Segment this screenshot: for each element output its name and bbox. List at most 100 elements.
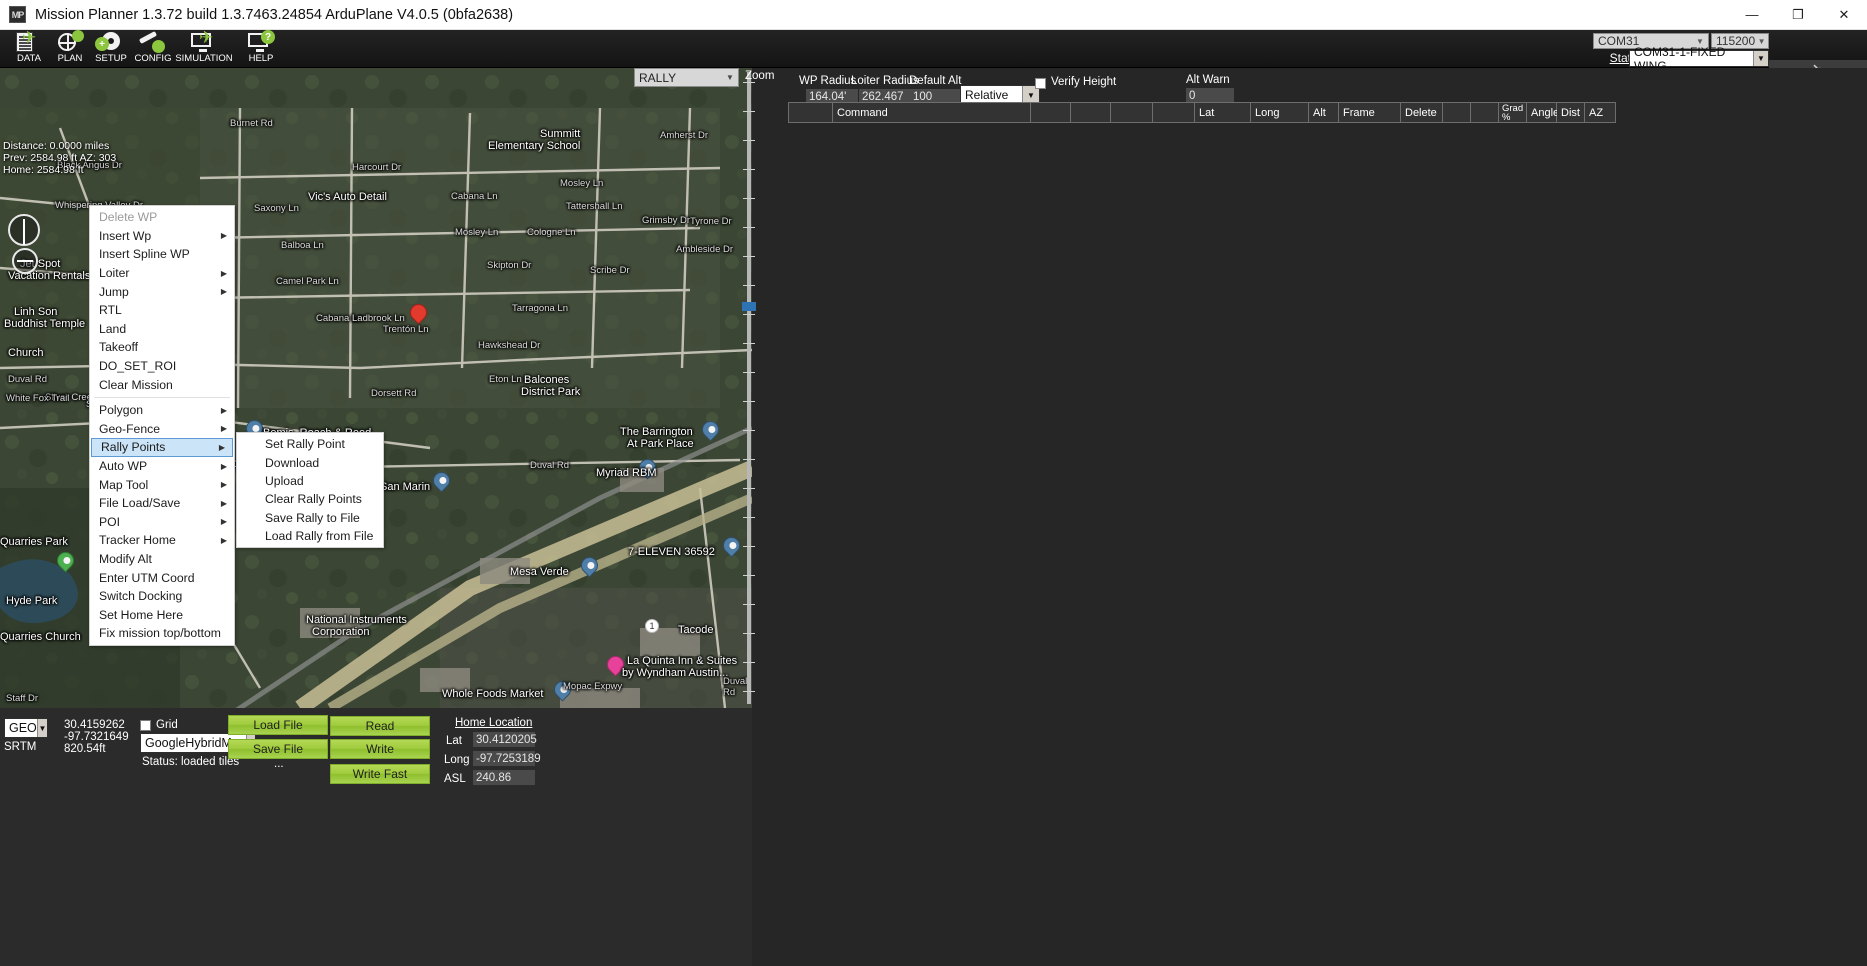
menu-item-insert-spline-wp[interactable]: Insert Spline WP [90, 245, 234, 264]
zoom-slider-tick [743, 430, 755, 431]
grid-column-label: Alt [1313, 107, 1326, 119]
grid-column-header[interactable]: Lat [1195, 103, 1251, 122]
device-select[interactable]: COM31-1-FIXED WING ▼ [1629, 50, 1769, 67]
grid-column-header[interactable]: Command [833, 103, 1031, 122]
alt-warn-field[interactable]: 0 [1186, 88, 1234, 103]
map-label: Grimsby Dr [642, 215, 690, 226]
home-lat-field[interactable]: 30.4120205 [473, 732, 535, 747]
toolbar-item-simulation[interactable]: ✈ SIMULATION [167, 30, 241, 68]
map-label: Tyrone Dr [690, 216, 732, 227]
submenu-item-clear-rally-points[interactable]: Clear Rally Points [237, 490, 383, 508]
menu-item-takeoff[interactable]: Takeoff [90, 338, 234, 357]
grid-column-header[interactable] [1071, 103, 1111, 122]
minimize-icon[interactable]: — [1729, 0, 1775, 30]
home-long-field[interactable]: -97.7253189 [473, 751, 535, 766]
cursor-long: -97.7321649 [64, 731, 129, 743]
grid-checkbox[interactable] [140, 720, 151, 731]
menu-item-map-tool[interactable]: Map Tool▶ [90, 475, 234, 494]
zoom-knob-icon[interactable] [12, 248, 38, 274]
menu-item-loiter[interactable]: Loiter▶ [90, 264, 234, 283]
menu-item-poi[interactable]: POI▶ [90, 513, 234, 532]
map-marker-pin[interactable] [702, 421, 719, 438]
zoom-slider-thumb[interactable] [742, 302, 756, 311]
grid-column-header[interactable] [789, 103, 833, 122]
map-marker-pin[interactable] [433, 472, 450, 489]
menu-item-auto-wp[interactable]: Auto WP▶ [90, 457, 234, 476]
verify-height-checkbox[interactable] [1035, 78, 1046, 89]
window-controls: — ❐ ✕ [1729, 0, 1867, 30]
read-button[interactable]: Read [330, 716, 430, 736]
zoom-slider-tick [743, 488, 755, 489]
menu-item-do-set-roi[interactable]: DO_SET_ROI [90, 357, 234, 376]
grid-column-header[interactable]: Frame [1339, 103, 1401, 122]
grid-column-header[interactable] [1153, 103, 1195, 122]
menu-item-jump[interactable]: Jump▶ [90, 282, 234, 301]
menu-item-label: Enter UTM Coord [99, 571, 195, 585]
grid-column-label: Lat [1199, 107, 1214, 119]
menu-item-tracker-home[interactable]: Tracker Home▶ [90, 531, 234, 550]
menu-item-label: Fix mission top/bottom [99, 626, 221, 640]
menu-item-set-home-here[interactable]: Set Home Here [90, 605, 234, 624]
close-icon[interactable]: ✕ [1821, 0, 1867, 30]
map-label: Saxony Ln [254, 203, 299, 214]
compass-icon[interactable] [8, 214, 40, 246]
grid-column-header[interactable] [1471, 103, 1499, 122]
rally-mode-select[interactable]: RALLY ▼ [634, 68, 739, 87]
menu-item-modify-alt[interactable]: Modify Alt [90, 550, 234, 569]
grid-column-header[interactable]: Alt [1309, 103, 1339, 122]
menu-item-land[interactable]: Land [90, 320, 234, 339]
menu-item-geo-fence[interactable]: Geo-Fence▶ [90, 420, 234, 439]
submenu-item-load-rally-from-file[interactable]: Load Rally from File [237, 527, 383, 545]
submenu-item-save-rally-to-file[interactable]: Save Rally to File [237, 509, 383, 527]
write-button[interactable]: Write [330, 739, 430, 759]
write-fast-button[interactable]: Write Fast [330, 764, 430, 784]
pin-icon [577, 553, 601, 577]
menu-item-label: Rally Points [101, 440, 165, 454]
grid-column-header[interactable]: AZ [1585, 103, 1615, 122]
map-marker-pin[interactable] [57, 552, 74, 569]
map-marker-pin[interactable] [723, 537, 740, 554]
toolbar-item-help[interactable]: ? HELP [232, 30, 290, 68]
maximize-icon[interactable]: ❐ [1775, 0, 1821, 30]
map-label: Quarries Park [0, 536, 68, 548]
map-marker-pin[interactable] [410, 304, 427, 321]
coord-format-select[interactable]: GEO ▼ [4, 718, 48, 738]
app-icon: MP [9, 6, 26, 23]
grid-column-label: Frame [1343, 107, 1375, 119]
save-file-button[interactable]: Save File [228, 739, 328, 759]
home-location-label[interactable]: Home Location [455, 717, 532, 729]
map-marker-pin[interactable] [581, 557, 598, 574]
map-label: Cabana Ln [451, 191, 497, 202]
map-label: Tattershall Ln [566, 201, 623, 212]
load-file-button[interactable]: Load File [228, 715, 328, 735]
home-asl-field[interactable]: 240.86 [473, 770, 535, 785]
zoom-slider[interactable] [742, 72, 756, 704]
grid-column-header[interactable] [1111, 103, 1153, 122]
chevron-right-icon: ▶ [221, 406, 227, 415]
rally-points-submenu[interactable]: Set Rally PointDownloadUpload Clear Rally… [236, 432, 384, 548]
menu-item-rally-points[interactable]: Rally Points▶ [91, 438, 233, 457]
grid-column-header[interactable] [1443, 103, 1471, 122]
menu-item-polygon[interactable]: Polygon▶ [90, 401, 234, 420]
grid-column-header[interactable]: Angle [1527, 103, 1557, 122]
submenu-item-download[interactable]: Download [237, 453, 383, 471]
menu-item-file-load-save[interactable]: File Load/Save▶ [90, 494, 234, 513]
menu-item-switch-docking[interactable]: Switch Docking [90, 587, 234, 606]
grid-column-header[interactable]: Long [1251, 103, 1309, 122]
menu-item-rtl[interactable]: RTL [90, 301, 234, 320]
menu-item-fix-mission-top-bottom[interactable]: Fix mission top/bottom [90, 624, 234, 643]
menu-item-clear-mission[interactable]: Clear Mission [90, 375, 234, 394]
map-label: Cologne Ln [527, 227, 576, 238]
menu-item-enter-utm-coord[interactable]: Enter UTM Coord [90, 568, 234, 587]
menu-item-insert-wp[interactable]: Insert Wp▶ [90, 227, 234, 246]
submenu-item-set-rally-point[interactable]: Set Rally Point [237, 435, 383, 453]
default-alt-label: Default Alt [909, 75, 961, 87]
submenu-item-label: Clear Rally Points [265, 492, 362, 506]
grid-column-label: Command [837, 107, 888, 119]
map-context-menu[interactable]: Delete WPInsert Wp▶Insert Spline WPLoite… [89, 205, 235, 646]
grid-column-header[interactable] [1031, 103, 1071, 122]
submenu-item-upload[interactable]: Upload [237, 472, 383, 490]
grid-column-header[interactable]: Grad% [1499, 103, 1527, 122]
grid-column-header[interactable]: Delete [1401, 103, 1443, 122]
grid-column-header[interactable]: Dist [1557, 103, 1585, 122]
